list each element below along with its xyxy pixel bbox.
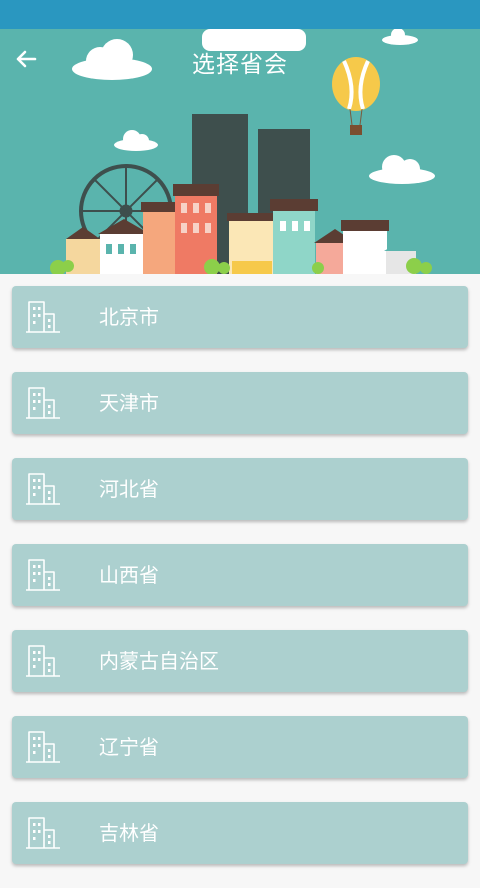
list-item[interactable]: 内蒙古自治区 — [12, 630, 468, 692]
building-icon — [26, 817, 60, 849]
building-icon — [26, 387, 60, 419]
province-list: 北京市 天津市 河北省 山西省 内蒙古自治区 辽宁省 吉林省 — [12, 286, 468, 888]
building — [141, 202, 177, 274]
building-icon — [26, 645, 60, 677]
cloud — [369, 155, 435, 184]
list-item-label: 辽宁省 — [99, 735, 159, 759]
page-title: 选择省会 — [192, 52, 288, 78]
building — [227, 213, 277, 274]
list-item[interactable]: 北京市 — [12, 286, 468, 348]
list-item[interactable]: 山西省 — [12, 544, 468, 606]
building-icon — [26, 559, 60, 591]
building-icon — [26, 731, 60, 763]
building — [341, 220, 389, 274]
list-item-label: 内蒙古自治区 — [99, 649, 219, 673]
list-item[interactable]: 天津市 — [12, 372, 468, 434]
status-bar — [0, 0, 480, 29]
list-item-label: 吉林省 — [99, 821, 159, 845]
list-item-label: 北京市 — [99, 305, 159, 329]
list-item[interactable]: 河北省 — [12, 458, 468, 520]
header-banner: 选择省会 — [0, 29, 480, 274]
building-icon — [26, 473, 60, 505]
list-item-label: 河北省 — [99, 477, 159, 501]
building — [270, 199, 318, 274]
cloud — [114, 130, 158, 151]
building-icon — [26, 301, 60, 333]
list-item[interactable]: 吉林省 — [12, 802, 468, 864]
list-item-label: 天津市 — [99, 391, 159, 415]
list-item-label: 山西省 — [99, 563, 159, 587]
cloud — [382, 29, 418, 45]
list-item[interactable]: 辽宁省 — [12, 716, 468, 778]
